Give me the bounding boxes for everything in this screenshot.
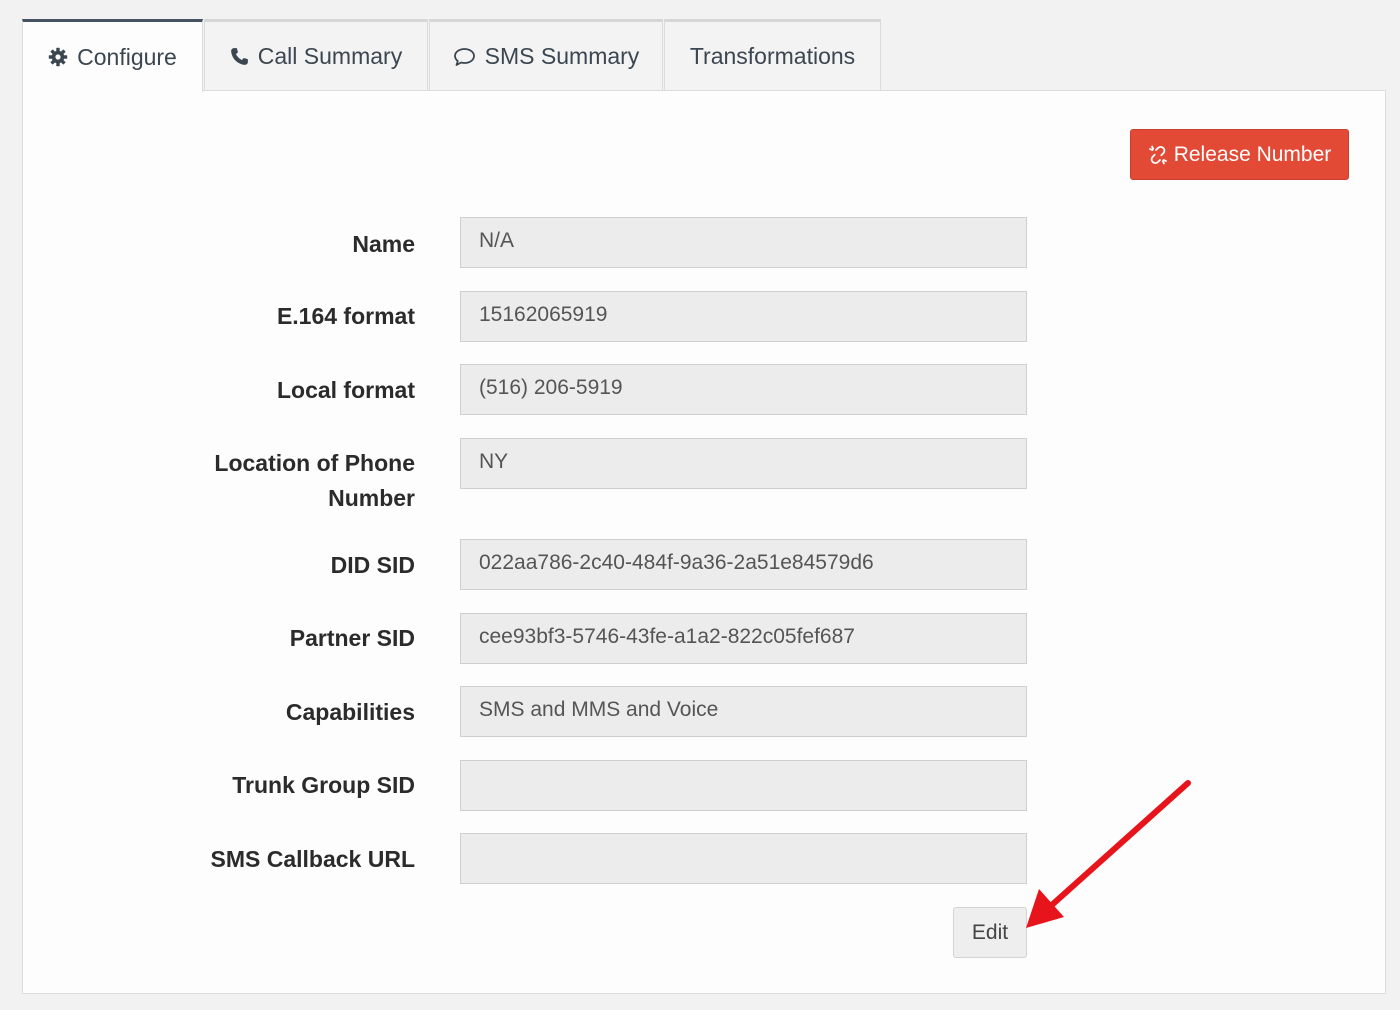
partner-sid-field[interactable]: cee93bf3-5746-43fe-a1a2-822c05fef687 (460, 613, 1027, 664)
gear-icon (48, 47, 68, 67)
tab-configure[interactable]: Configure (22, 19, 203, 92)
trunk-group-sid-field[interactable] (460, 760, 1027, 811)
field-label-capabilities: Capabilities (285, 699, 415, 725)
tab-call-summary-label: Call Summary (257, 43, 403, 69)
field-label-partner-sid: Partner SID (289, 625, 415, 651)
field-label-local: Local format (276, 377, 415, 403)
tab-call-summary[interactable]: Call Summary (204, 19, 428, 91)
unlink-icon (1148, 145, 1168, 165)
annotation-arrow-icon (1026, 780, 1191, 928)
field-label-e164: E.164 format (276, 303, 415, 329)
sms-callback-url-field[interactable] (460, 833, 1027, 884)
phone-icon (230, 47, 249, 66)
tab-sms-summary-label: SMS Summary (484, 43, 640, 69)
tab-configure-label: Configure (77, 43, 177, 70)
name-field[interactable]: N/A (460, 217, 1027, 268)
field-label-trunk-group-sid: Trunk Group SID (232, 772, 415, 798)
release-number-label: Release Number (1173, 142, 1332, 166)
tab-transformations[interactable]: Transformations (664, 19, 881, 91)
did-sid-field[interactable]: 022aa786-2c40-484f-9a36-2a51e84579d6 (460, 539, 1027, 590)
tab-bar: Configure Call Summary SMS Summary Trans… (22, 19, 882, 92)
field-label-location: Location of Phone Number (214, 450, 415, 511)
location-field[interactable]: NY (460, 438, 1027, 489)
e164-format-field[interactable]: 15162065919 (460, 291, 1027, 342)
release-number-button[interactable]: Release Number (1130, 129, 1349, 180)
tab-transformations-label: Transformations (689, 43, 856, 69)
tab-sms-summary[interactable]: SMS Summary (429, 19, 663, 91)
page: Configure Call Summary SMS Summary Trans… (0, 0, 1400, 1010)
capabilities-field[interactable]: SMS and MMS and Voice (460, 686, 1027, 737)
field-label-name: Name (352, 231, 415, 257)
chat-bubble-icon (453, 47, 476, 67)
field-label-did-sid: DID SID (330, 552, 415, 578)
local-format-field[interactable]: (516) 206-5919 (460, 364, 1027, 415)
field-label-sms-callback-url: SMS Callback URL (210, 846, 416, 872)
edit-button[interactable]: Edit (953, 907, 1027, 958)
